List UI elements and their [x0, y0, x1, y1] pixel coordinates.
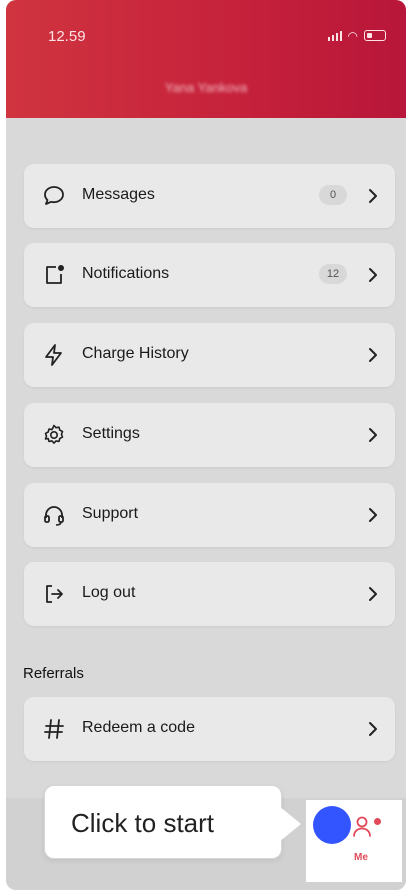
profile-name: Yana Yankova: [164, 80, 248, 95]
menu-item-settings[interactable]: Settings: [24, 403, 395, 467]
gear-icon: [44, 424, 64, 444]
notifications-count-badge: 12: [319, 264, 347, 284]
menu-label: Redeem a code: [82, 719, 195, 736]
menu-label: Charge History: [82, 345, 189, 362]
chat-bubble-icon: [44, 186, 64, 205]
menu-item-support[interactable]: Support: [24, 483, 395, 547]
battery-icon: [364, 30, 386, 41]
messages-count-badge: 0: [319, 185, 347, 205]
chevron-right-icon: [369, 189, 377, 203]
lightning-icon: [45, 344, 62, 366]
menu-label: Notifications: [82, 265, 170, 282]
tooltip-arrow: [279, 806, 301, 842]
chevron-right-icon: [369, 268, 377, 282]
tap-indicator: [313, 806, 351, 844]
notification-dot: [374, 818, 381, 825]
logout-icon: [46, 585, 63, 603]
menu-item-redeem-code[interactable]: Redeem a code: [24, 697, 395, 761]
status-icons: ◠: [327, 28, 386, 43]
onboarding-tooltip: Click to start: [44, 785, 282, 859]
menu-label: Log out: [82, 584, 136, 601]
chevron-right-icon: [369, 508, 377, 522]
profile-header: 12.59 ◠ Yana Yankova: [6, 0, 406, 118]
menu-label: Settings: [82, 425, 140, 442]
chevron-right-icon: [369, 722, 377, 736]
user-icon: [353, 816, 371, 837]
headset-icon: [44, 506, 64, 526]
menu-item-charge-history[interactable]: Charge History: [24, 323, 395, 387]
hash-icon: [44, 719, 64, 739]
status-time: 12.59: [48, 28, 86, 45]
chevron-right-icon: [369, 587, 377, 601]
chevron-right-icon: [369, 428, 377, 442]
referrals-section-title: Referrals: [23, 665, 84, 682]
menu-label: Messages: [82, 186, 155, 203]
notification-square-icon: [46, 265, 64, 284]
menu-item-notifications[interactable]: Notifications 12: [24, 243, 395, 307]
wifi-icon: ◠: [347, 28, 358, 43]
menu-label: Support: [82, 505, 139, 522]
tooltip-text: Click to start: [71, 808, 215, 838]
app-screen: 12.59 ◠ Yana Yankova Messages 0 Notifica…: [6, 0, 406, 890]
signal-icon: [327, 30, 342, 41]
tab-me-label: Me: [354, 852, 368, 863]
menu-item-logout[interactable]: Log out: [24, 562, 395, 626]
chevron-right-icon: [369, 348, 377, 362]
menu-item-messages[interactable]: Messages 0: [24, 164, 395, 228]
